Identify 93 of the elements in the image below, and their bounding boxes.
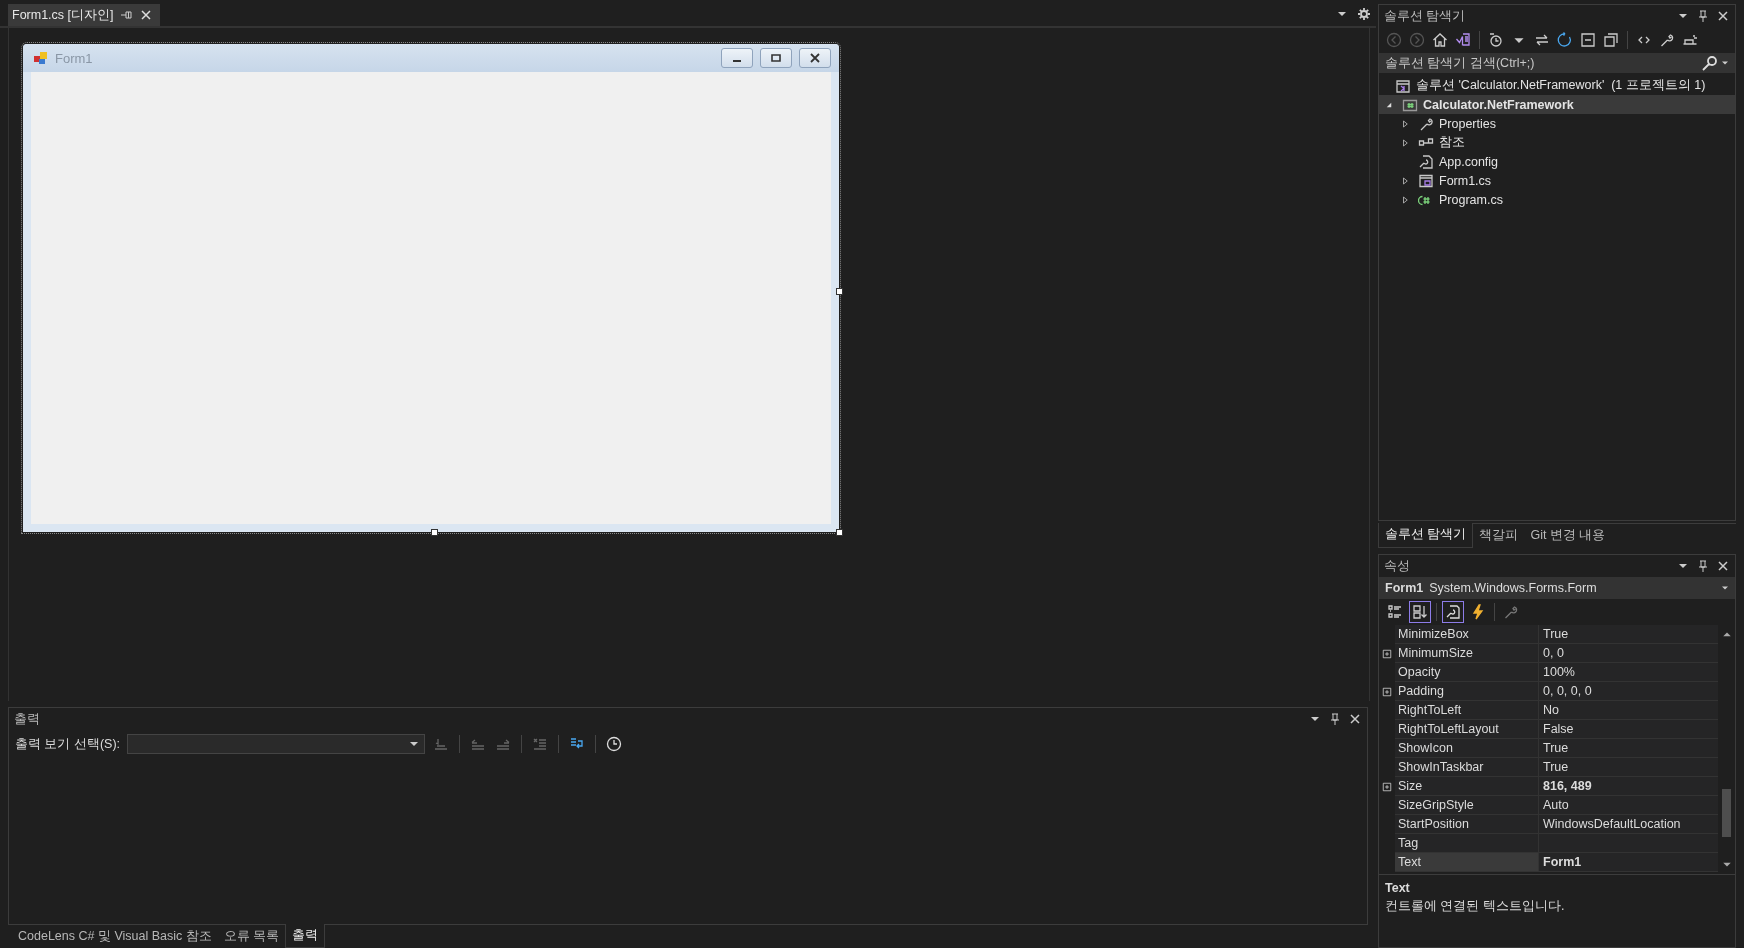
output-source-label: 출력 보기 선택(S): <box>15 735 121 753</box>
search-input[interactable]: 솔루션 탐색기 검색(Ctrl+;) <box>1383 56 1699 70</box>
tree-item[interactable]: Calculator.NetFramework <box>1379 95 1735 114</box>
property-row[interactable]: ShowIcon True <box>1379 739 1718 758</box>
property-value[interactable]: True <box>1539 758 1718 777</box>
scroll-thumb[interactable] <box>1722 789 1731 837</box>
description-text: 컨트롤에 연결된 텍스트입니다. <box>1385 898 1566 915</box>
property-name: Opacity <box>1395 663 1539 682</box>
property-name: RightToLeft <box>1395 701 1539 720</box>
collapse-icon[interactable] <box>1580 32 1596 48</box>
description-title: Text <box>1385 881 1411 895</box>
refresh-icon[interactable] <box>1557 32 1573 48</box>
copy-icon[interactable] <box>1603 32 1619 48</box>
property-row[interactable]: Text Form1 <box>1379 853 1718 872</box>
property-row[interactable]: Opacity 100% <box>1379 663 1718 682</box>
panel-tab[interactable]: 출력 <box>285 924 326 948</box>
history-icon[interactable] <box>1488 32 1504 48</box>
property-value[interactable]: True <box>1539 625 1718 644</box>
property-name: ShowIcon <box>1395 739 1539 758</box>
property-value[interactable]: No <box>1539 701 1718 720</box>
property-value[interactable]: Form1 <box>1539 853 1718 872</box>
property-row[interactable]: MinimizeBox True <box>1379 625 1718 644</box>
search-icon <box>1701 55 1717 71</box>
config-file-icon <box>1418 153 1434 170</box>
panel-title: 속성 <box>1384 557 1410 575</box>
property-value[interactable]: 0, 0, 0, 0 <box>1539 682 1718 701</box>
form-icon <box>1418 172 1434 189</box>
property-row[interactable]: MinimumSize 0, 0 <box>1379 644 1718 663</box>
tree-item[interactable]: App.config <box>1379 152 1735 171</box>
wrench-icon[interactable] <box>1659 32 1675 48</box>
expand-plus-icon[interactable] <box>1381 685 1393 698</box>
property-name: MinimizeBox <box>1395 625 1539 644</box>
expand-plus-icon[interactable] <box>1381 647 1393 660</box>
settings-icon[interactable] <box>1356 6 1372 22</box>
property-value[interactable]: 816, 489 <box>1539 777 1718 796</box>
preview-icon[interactable] <box>1682 32 1698 48</box>
property-row[interactable]: SizeGripStyle Auto <box>1379 796 1718 815</box>
solution-icon <box>1395 77 1411 94</box>
tree-item[interactable]: Program.cs <box>1379 190 1735 209</box>
tree-item[interactable]: 솔루션 'Calculator.NetFramework' (1 프로젝트의 1) <box>1379 76 1735 95</box>
home-icon[interactable] <box>1432 32 1448 48</box>
panel-title: 출력 <box>14 710 40 728</box>
minimize-icon <box>733 60 741 62</box>
search-field[interactable]: 솔루션 탐색기 검색(Ctrl+;) <box>1379 53 1735 73</box>
property-row[interactable]: Size 816, 489 <box>1379 777 1718 796</box>
panel-tab[interactable]: 책갈피 <box>1473 524 1525 548</box>
minimize-button[interactable] <box>721 48 753 68</box>
property-row[interactable]: RightToLeftLayout False <box>1379 720 1718 739</box>
property-value[interactable]: Auto <box>1539 796 1718 815</box>
property-name: StartPosition <box>1395 815 1539 834</box>
property-row[interactable]: RightToLeft No <box>1379 701 1718 720</box>
property-name: Text <box>1395 853 1539 872</box>
property-name: Padding <box>1395 682 1539 701</box>
property-value[interactable]: True <box>1539 739 1718 758</box>
property-value[interactable]: WindowsDefaultLocation <box>1539 815 1718 834</box>
resize-handle[interactable] <box>836 288 843 295</box>
resize-handle[interactable] <box>431 529 438 536</box>
property-value[interactable]: False <box>1539 720 1718 739</box>
panel-tab[interactable]: CodeLens C# 및 Visual Basic 참조 <box>12 925 218 948</box>
tab-label: Form1.cs [디자인] <box>12 6 114 24</box>
close-button[interactable] <box>799 48 831 68</box>
property-row[interactable]: Padding 0, 0, 0, 0 <box>1379 682 1718 701</box>
form-app-icon <box>33 50 49 66</box>
property-name: Size <box>1395 777 1539 796</box>
property-name: Tag <box>1395 834 1539 853</box>
document-icon[interactable] <box>1455 32 1471 48</box>
panel-tab[interactable]: 오류 목록 <box>217 925 286 948</box>
tree-item[interactable]: Form1.cs <box>1379 171 1735 190</box>
property-value[interactable]: 0, 0 <box>1539 644 1718 663</box>
property-name: ShowInTaskbar <box>1395 758 1539 777</box>
property-name: SizeGripStyle <box>1395 796 1539 815</box>
maximize-button[interactable] <box>760 48 792 68</box>
panel-title: 솔루션 탐색기 <box>1384 7 1466 25</box>
resize-handle[interactable] <box>836 529 843 536</box>
property-row[interactable]: ShowInTaskbar True <box>1379 758 1718 777</box>
property-row[interactable]: StartPosition WindowsDefaultLocation <box>1379 815 1718 834</box>
property-name: RightToLeftLayout <box>1395 720 1539 739</box>
form-title: Form1 <box>55 50 93 66</box>
property-row[interactable]: Tag <box>1379 834 1718 853</box>
sort-icon[interactable] <box>1409 601 1431 623</box>
property-value[interactable]: 100% <box>1539 663 1718 682</box>
object-selector[interactable]: Form1 System.Windows.Forms.Form <box>1379 577 1735 599</box>
clear-icon[interactable] <box>532 736 549 752</box>
document-tab[interactable]: Form1.cs [디자인] <box>8 4 160 26</box>
panel-tab[interactable]: 솔루션 탐색기 <box>1378 523 1474 548</box>
expand-plus-icon[interactable] <box>1381 780 1393 793</box>
property-page-icon[interactable] <box>1442 601 1464 623</box>
property-name: MinimumSize <box>1395 644 1539 663</box>
panel-tab[interactable]: Git 변경 내용 <box>1524 524 1612 548</box>
clock-icon[interactable] <box>606 736 623 752</box>
sync-icon[interactable] <box>1534 32 1550 48</box>
tree-item[interactable]: 참조 <box>1379 133 1735 152</box>
tree-item[interactable]: Properties <box>1379 114 1735 133</box>
